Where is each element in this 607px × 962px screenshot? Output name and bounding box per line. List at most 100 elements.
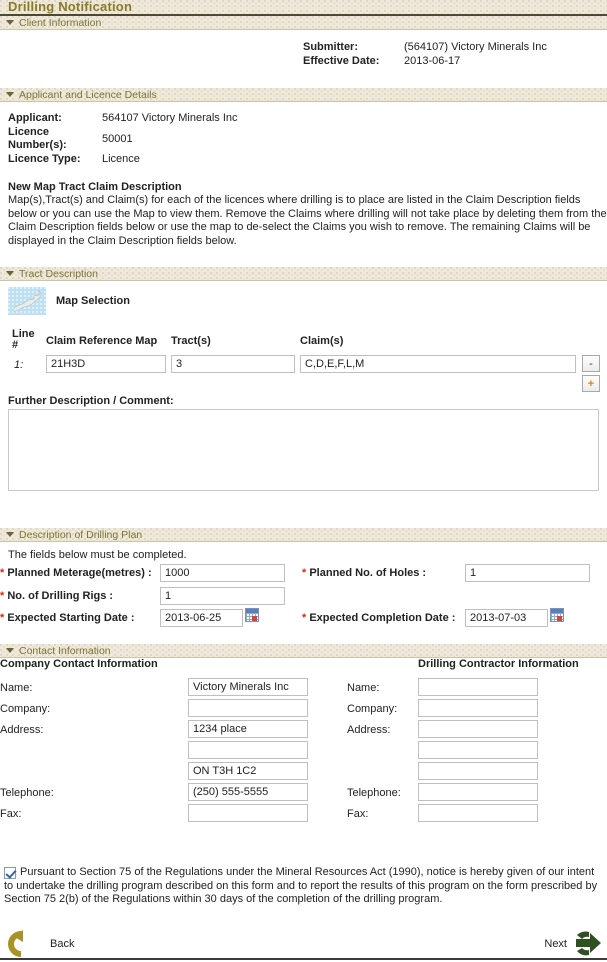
column-header-claim-reference-map: Claim Reference Map [46,335,158,347]
submitter-label: Submitter: [303,41,358,53]
section-header-tract-description[interactable]: Tract Description [0,267,607,281]
required-marker: * [0,590,5,602]
collapse-triangle-icon[interactable] [6,271,14,276]
planned-holes-label: * Planned No. of Holes : [302,567,426,580]
column-header-tracts: Tract(s) [171,335,211,347]
drilling-rigs-label-text: No. of Drilling Rigs : [7,590,114,602]
company-address-label: Address: [0,724,44,736]
declaration-block: Pursuant to Section 75 of the Regulation… [4,866,599,907]
column-header-claims: Claim(s) [300,335,344,347]
drilling-plan-note: The fields below must be completed. [8,549,187,561]
company-telephone-label: Telephone: [0,787,54,799]
table-row: Licence Type: Licence [8,153,238,167]
company-address-line3-input[interactable] [188,762,308,780]
contractor-address-line1-input[interactable] [418,720,538,738]
row-line-number: 1: [14,359,24,371]
drilling-rigs-label: * No. of Drilling Rigs : [0,590,113,603]
company-address-line2-input[interactable] [188,741,308,759]
remove-row-button[interactable]: - [582,355,600,372]
drilling-rigs-input[interactable] [160,587,285,605]
contractor-address-label: Address: [347,724,391,736]
completion-date-label-text: Expected Completion Date : [309,612,456,624]
declaration-checkbox[interactable] [4,867,16,879]
collapse-triangle-icon[interactable] [6,532,14,537]
claim-reference-map-input[interactable] [46,355,166,373]
next-arrow-icon [576,931,601,956]
column-header-line-hash: # [12,339,19,351]
required-marker: * [0,612,5,624]
company-company-input[interactable] [188,699,308,717]
planned-holes-label-text: Planned No. of Holes : [309,567,427,579]
claims-input[interactable] [300,355,576,373]
company-name-input[interactable] [188,678,308,696]
company-fax-input[interactable] [188,804,308,822]
section-title-applicant-and-licence-details: Applicant and Licence Details [19,88,157,101]
start-date-label-text: Expected Starting Date : [7,612,135,624]
claim-description-paragraph: Map(s),Tract(s) and Claim(s) for each of… [8,194,607,247]
company-address-line1-input[interactable] [188,720,308,738]
contractor-fax-input[interactable] [418,804,538,822]
contractor-fax-label: Fax: [347,808,369,820]
company-company-label: Company: [0,703,51,715]
further-description-textarea[interactable] [8,409,599,491]
company-telephone-input[interactable] [188,783,308,801]
applicant-details-body: Applicant: 564107 Victory Minerals Inc L… [0,102,607,254]
table-row: Licence Number(s): 50001 [8,126,238,153]
applicant-details-table: Applicant: 564107 Victory Minerals Inc L… [8,112,238,167]
effective-date-value: 2013-06-17 [404,55,461,67]
further-description-label: Further Description / Comment: [8,395,174,407]
tract-grid: Line # Claim Reference Map Tract(s) Clai… [8,329,600,392]
column-header-line: Line # [12,329,35,351]
claim-description-heading: New Map Tract Claim Description [8,181,182,193]
licence-numbers-label: Licence Number(s): [8,126,67,151]
add-row-button[interactable]: + [582,375,600,392]
back-button[interactable]: Back [6,929,74,959]
page-title-bar: Drilling Notification [0,0,607,16]
contractor-telephone-label: Telephone: [347,787,401,799]
drilling-plan-body: The fields below must be completed. * Pl… [0,542,607,644]
company-contact-heading: Company Contact Information [0,658,158,670]
completion-date-label: * Expected Completion Date : [302,612,455,625]
calendar-icon-grid [246,613,258,621]
section-title-contact-information: Contact Information [19,644,111,657]
calendar-icon[interactable] [245,608,259,622]
start-date-input[interactable] [160,609,243,627]
declaration-text: Pursuant to Section 75 of the Regulation… [4,866,598,905]
company-fax-label: Fax: [0,808,22,820]
back-label: Back [50,938,75,950]
contractor-address-line2-input[interactable] [418,741,538,759]
map-selection-label: Map Selection [56,295,130,307]
contractor-company-input[interactable] [418,699,538,717]
section-header-contact-information[interactable]: Contact Information [0,644,607,658]
next-button[interactable]: Next [544,929,603,959]
collapse-triangle-icon[interactable] [6,648,14,653]
planned-meterage-label: * Planned Meterage(metres) : [0,567,152,580]
map-selection-row[interactable]: Map Selection [8,287,599,315]
calendar-icon[interactable] [550,608,564,622]
effective-date-label: Effective Date: [303,55,380,67]
section-header-description-of-drilling-plan[interactable]: Description of Drilling Plan [0,528,607,542]
submitter-value: (564107) Victory Minerals Inc [404,41,547,53]
tracts-input[interactable] [171,355,295,373]
contractor-address-line3-input[interactable] [418,762,538,780]
map-icon[interactable] [8,287,46,315]
table-row: Applicant: 564107 Victory Minerals Inc [8,112,238,126]
applicant-value: 564107 Victory Minerals Inc [102,112,238,124]
collapse-triangle-icon[interactable] [6,92,14,97]
section-header-applicant-and-licence-details[interactable]: Applicant and Licence Details [0,88,607,102]
navigation-bar: Back Next [0,927,607,960]
completion-date-input[interactable] [465,609,548,627]
licence-type-value: Licence [102,153,140,165]
contractor-name-label: Name: [347,682,380,694]
section-title-tract-description: Tract Description [19,267,98,280]
collapse-triangle-icon[interactable] [6,20,14,25]
applicant-label: Applicant: [8,112,62,124]
planned-holes-input[interactable] [465,564,590,582]
section-title-description-of-drilling-plan: Description of Drilling Plan [19,528,143,541]
section-header-client-information[interactable]: Client Information [0,16,607,30]
contractor-company-label: Company: [347,703,398,715]
client-information-body: Submitter: (564107) Victory Minerals Inc… [0,30,607,88]
contractor-telephone-input[interactable] [418,783,538,801]
planned-meterage-input[interactable] [160,564,285,582]
contractor-name-input[interactable] [418,678,538,696]
